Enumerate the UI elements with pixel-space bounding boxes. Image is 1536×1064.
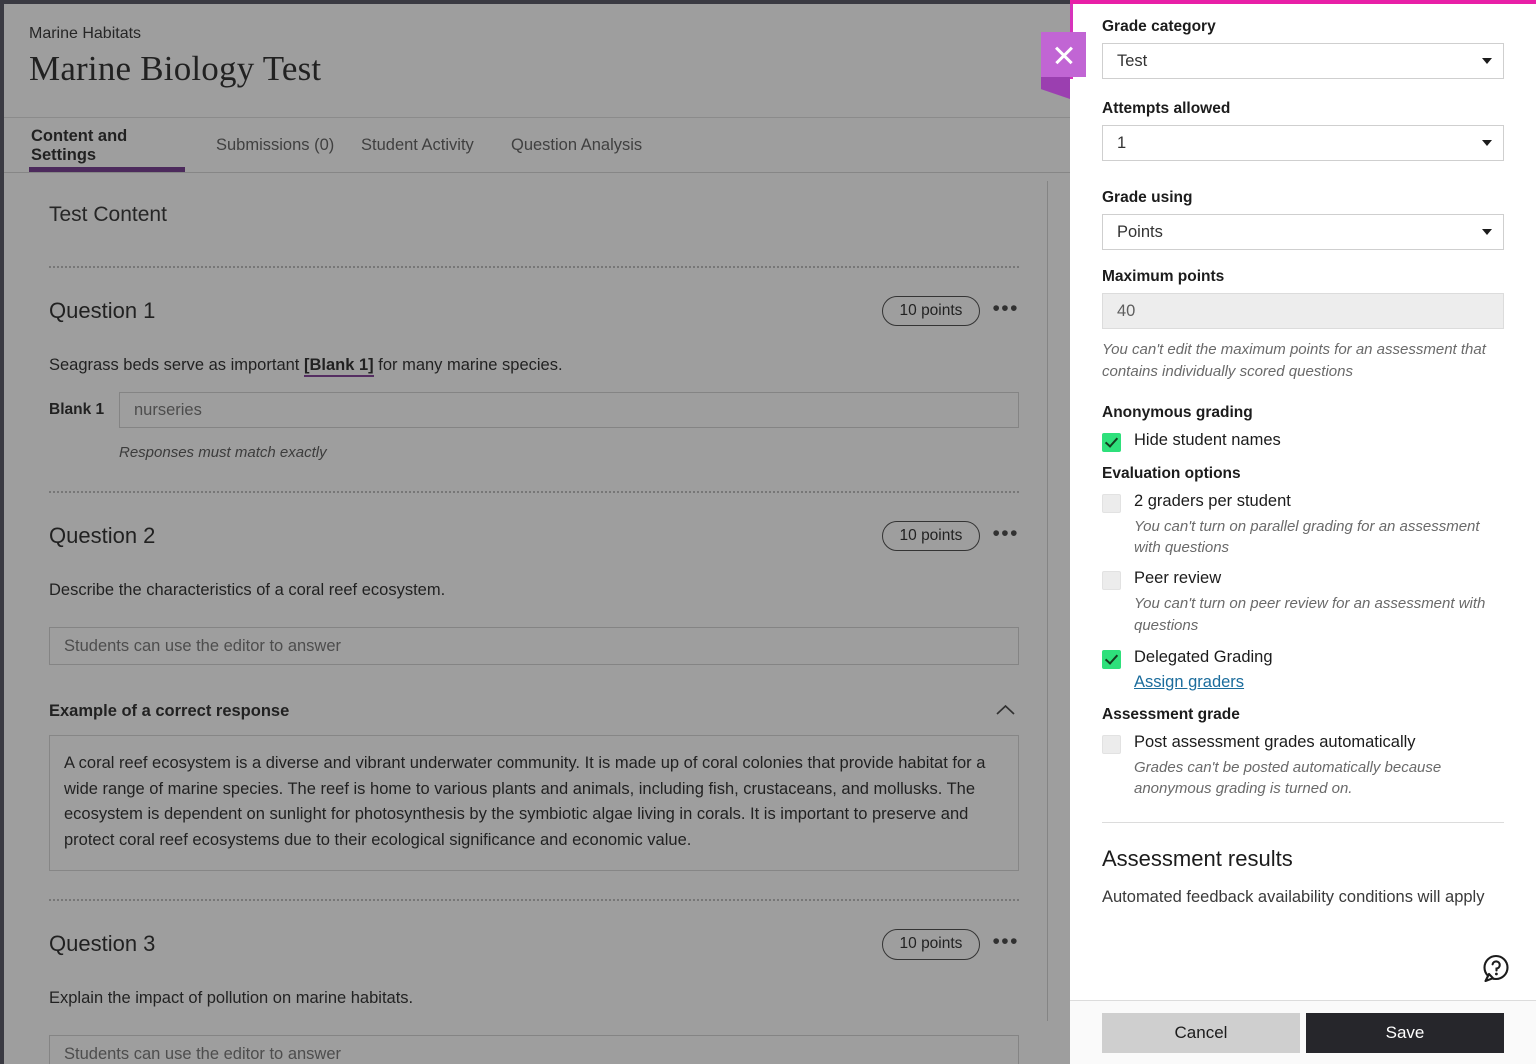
grade-using-select[interactable]: Points — [1102, 214, 1504, 250]
close-panel-button[interactable] — [1041, 32, 1086, 77]
peer-review-label: Peer review — [1134, 569, 1222, 587]
maximum-points-note: You can't edit the maximum points for an… — [1102, 341, 1486, 380]
evaluation-options-label: Evaluation options — [1102, 464, 1241, 482]
post-grades-automatically-checkbox — [1102, 734, 1121, 754]
hide-student-names-label: Hide student names — [1134, 430, 1281, 449]
window-border-left — [0, 0, 4, 1064]
settings-panel-scroll[interactable]: Grade category Test Attempts allowed 1 G… — [1070, 4, 1536, 999]
maximum-points-label: Maximum points — [1102, 268, 1225, 285]
grade-category-value: Test — [1117, 51, 1148, 70]
help-icon[interactable] — [1478, 952, 1512, 986]
assessment-results-heading: Assessment results — [1102, 846, 1293, 871]
assessment-results-text: Automated feedback availability conditio… — [1102, 888, 1485, 906]
post-grades-automatically-note: Grades can't be posted automatically bec… — [1134, 758, 1442, 798]
assessment-grade-label: Assessment grade — [1102, 705, 1240, 723]
app-window: Marine Habitats Marine Biology Test Cont… — [0, 0, 1536, 1064]
chevron-down-icon — [1482, 58, 1492, 64]
attempts-allowed-label: Attempts allowed — [1102, 100, 1231, 117]
panel-footer: Cancel Save — [1070, 1000, 1536, 1064]
grade-using-label: Grade using — [1102, 189, 1193, 206]
two-graders-label: 2 graders per student — [1134, 491, 1291, 510]
modal-dim-overlay[interactable] — [0, 0, 1070, 1064]
peer-review-checkbox — [1102, 571, 1121, 590]
assessment-page: Marine Habitats Marine Biology Test Cont… — [0, 0, 1070, 1064]
delegated-grading-checkbox[interactable] — [1102, 649, 1121, 669]
cancel-button[interactable]: Cancel — [1102, 1012, 1300, 1053]
window-border-top — [0, 0, 1070, 4]
assign-graders-link[interactable]: Assign graders — [1134, 673, 1244, 692]
two-graders-checkbox — [1102, 493, 1121, 513]
delegated-grading-row[interactable]: Delegated Grading — [1102, 648, 1504, 669]
peer-review-row: Peer review — [1102, 569, 1504, 590]
attempts-allowed-select[interactable]: 1 — [1102, 125, 1504, 161]
delegated-grading-label: Delegated Grading — [1134, 647, 1273, 666]
attempts-allowed-value: 1 — [1117, 133, 1127, 152]
hide-student-names-checkbox[interactable] — [1102, 432, 1121, 452]
chevron-down-icon — [1482, 229, 1492, 235]
chevron-down-icon — [1482, 140, 1492, 146]
post-grades-automatically-row: Post assessment grades automatically — [1102, 733, 1504, 754]
save-button[interactable]: Save — [1306, 1012, 1504, 1053]
maximum-points-input: 40 — [1102, 293, 1504, 329]
panel-divider — [1102, 822, 1504, 823]
close-icon — [1053, 44, 1075, 66]
hide-student-names-row[interactable]: Hide student names — [1102, 431, 1504, 452]
peer-review-note: You can't turn on peer review for an ass… — [1134, 595, 1486, 634]
anonymous-grading-label: Anonymous grading — [1102, 403, 1253, 421]
post-grades-automatically-label: Post assessment grades automatically — [1134, 732, 1416, 751]
grade-using-value: Points — [1117, 222, 1163, 241]
grade-category-select[interactable]: Test — [1102, 43, 1504, 79]
two-graders-row: 2 graders per student — [1102, 492, 1504, 513]
settings-panel: Grade category Test Attempts allowed 1 G… — [1070, 0, 1536, 1064]
two-graders-note: You can't turn on parallel grading for a… — [1134, 517, 1480, 557]
grade-category-label: Grade category — [1102, 18, 1216, 35]
